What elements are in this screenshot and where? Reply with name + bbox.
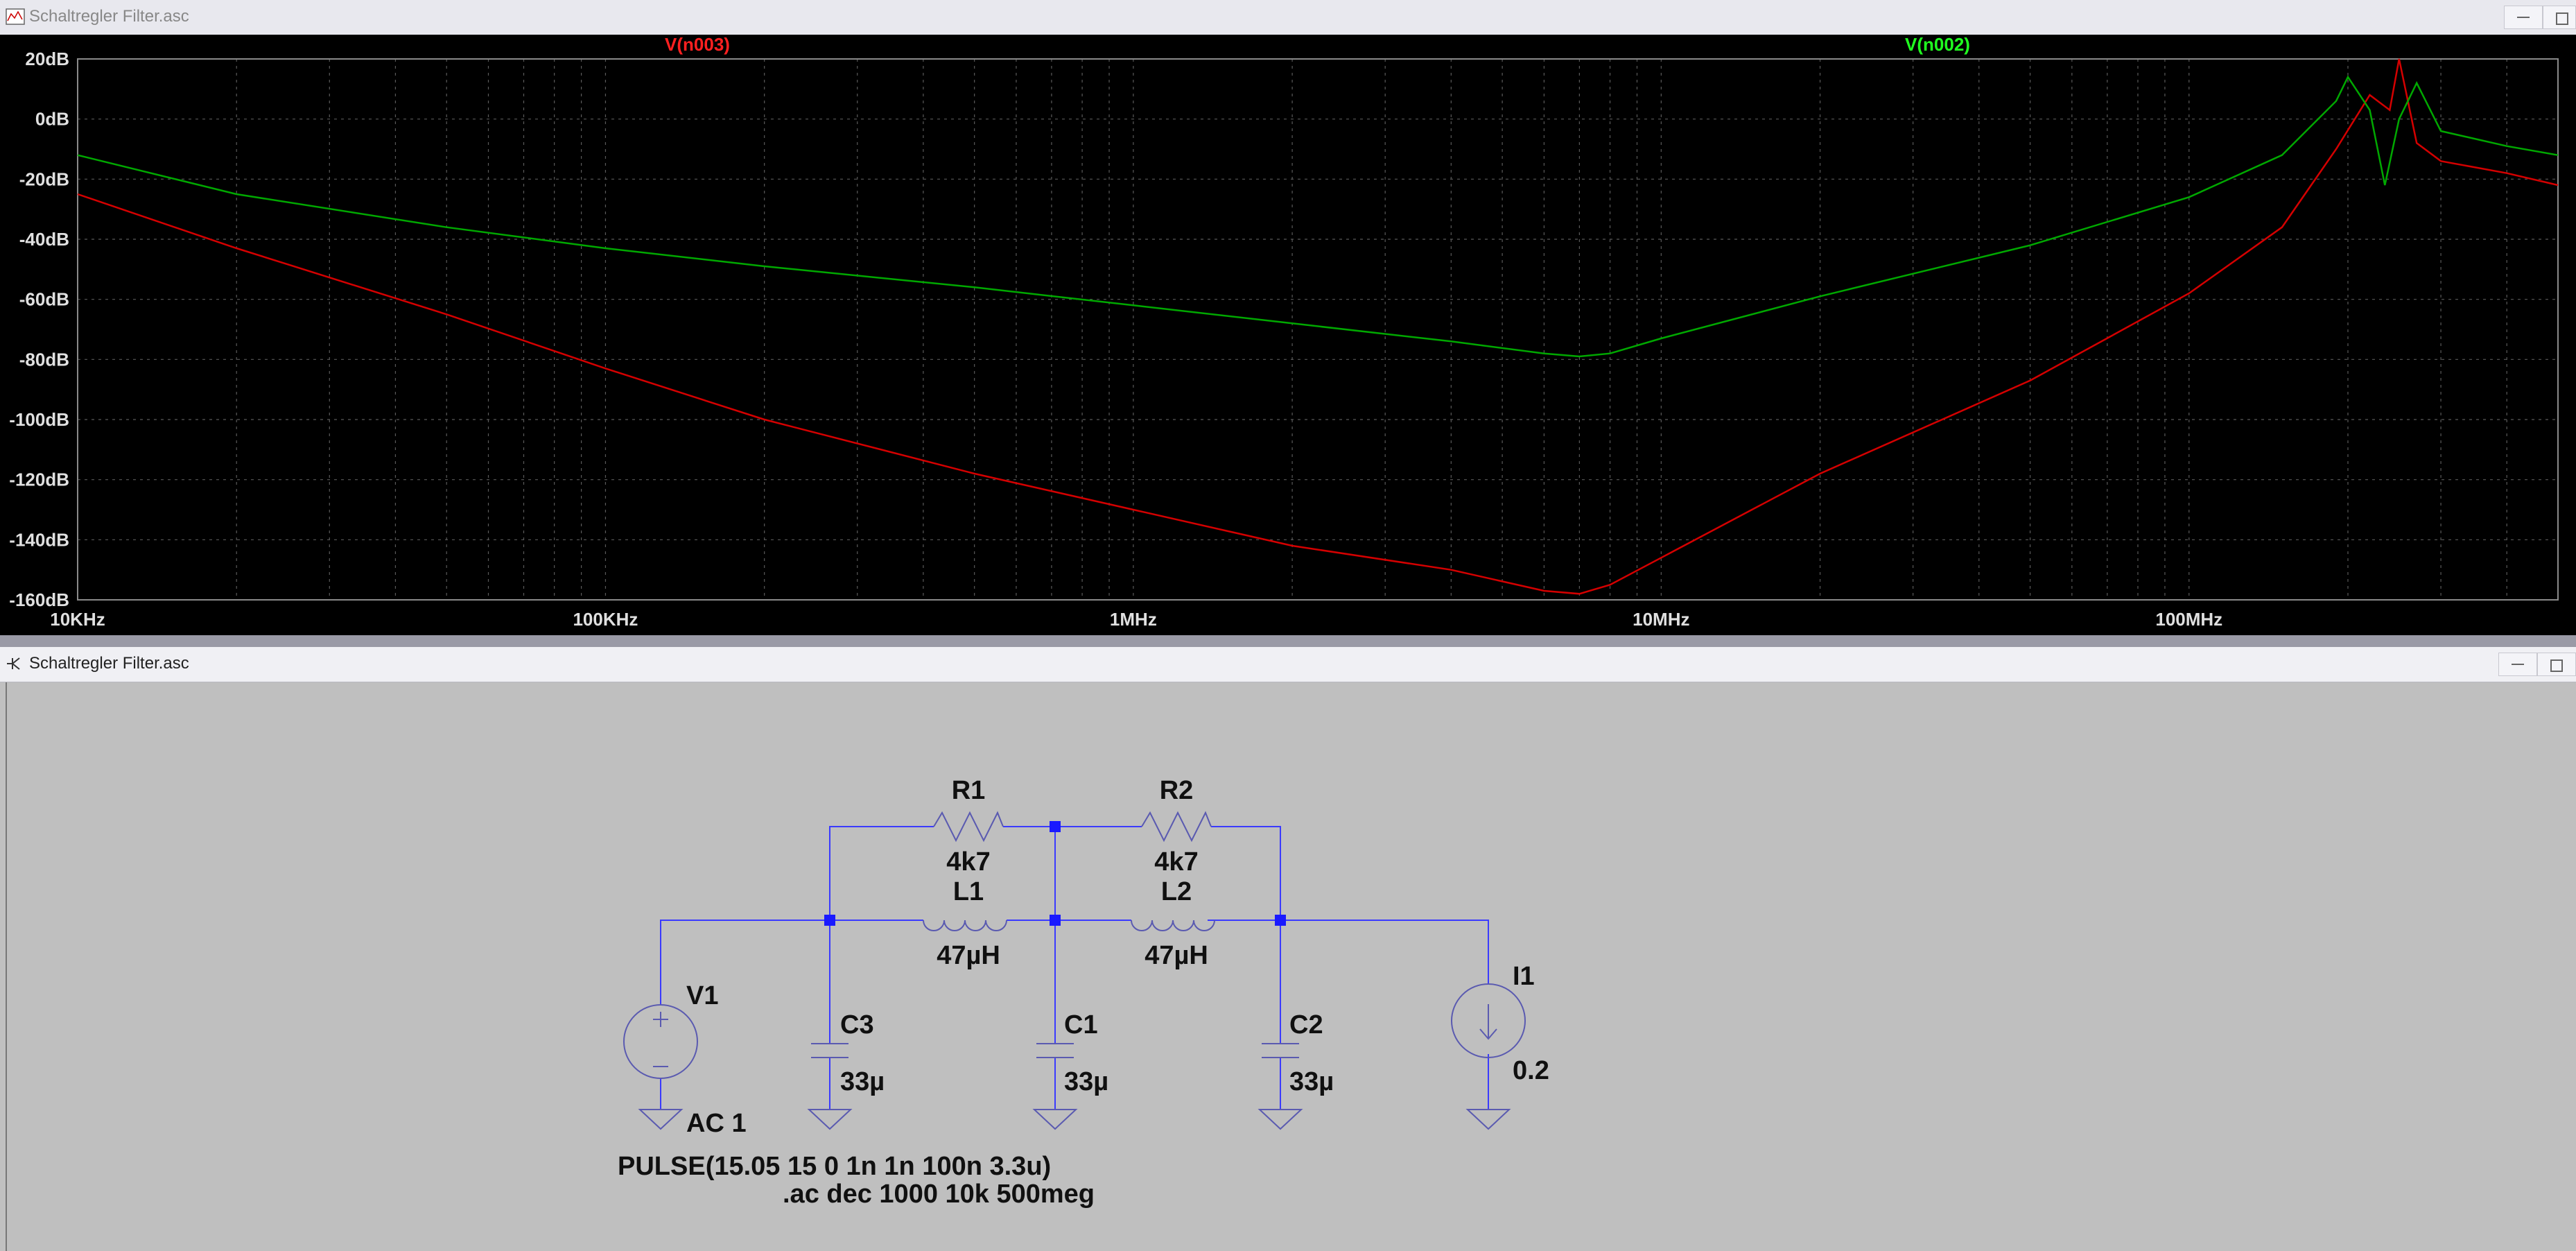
l2-value[interactable]: 47µH [1145, 941, 1208, 970]
resistor-r1[interactable]: R1 4k7 [933, 776, 1004, 877]
capacitor-c1[interactable]: C1 33µ [1036, 1010, 1108, 1096]
r1-name[interactable]: R1 [952, 776, 986, 805]
v1-name[interactable]: V1 [686, 981, 718, 1010]
ground-icon-c2 [1257, 1109, 1303, 1130]
ground-symbols [638, 1109, 1511, 1130]
pulse-directive[interactable]: PULSE(15.05 15 0 1n 1n 100n 3.3u) [618, 1152, 1051, 1181]
c2-value[interactable]: 33µ [1289, 1067, 1334, 1096]
inductor-l1[interactable]: L1 47µH [923, 877, 1007, 970]
r2-name[interactable]: R2 [1160, 776, 1194, 805]
resistor-r2[interactable]: R2 4k7 [1141, 776, 1212, 877]
l2-name[interactable]: L2 [1161, 877, 1192, 906]
l1-name[interactable]: L1 [953, 877, 984, 906]
inductor-l2[interactable]: L2 47µH [1131, 877, 1215, 970]
r2-value[interactable]: 4k7 [1154, 847, 1198, 877]
i1-value[interactable]: 0.2 [1513, 1056, 1549, 1085]
ground-icon-v1 [638, 1109, 684, 1130]
current-source-i1[interactable]: I1 0.2 [1451, 962, 1549, 1085]
c3-value[interactable]: 33µ [840, 1067, 885, 1096]
schematic-canvas[interactable]: R1 4k7 R2 4k7 L1 47µH L2 47µH C3 33µ C1 … [1, 0, 2576, 1251]
c3-name[interactable]: C3 [840, 1010, 874, 1039]
l1-value[interactable]: 47µH [937, 941, 1000, 970]
v1-value[interactable]: AC 1 [686, 1109, 747, 1138]
voltage-source-v1[interactable]: V1 AC 1 [623, 981, 747, 1138]
c2-name[interactable]: C2 [1289, 1010, 1323, 1039]
c1-name[interactable]: C1 [1064, 1010, 1098, 1039]
ground-icon-c3 [807, 1109, 853, 1130]
c1-value[interactable]: 33µ [1064, 1067, 1108, 1096]
ac-directive[interactable]: .ac dec 1000 10k 500meg [783, 1180, 1095, 1209]
i1-name[interactable]: I1 [1513, 962, 1535, 991]
ground-icon-i1 [1465, 1109, 1511, 1130]
r1-value[interactable]: 4k7 [946, 847, 990, 877]
ground-icon-c1 [1032, 1109, 1078, 1130]
capacitor-c3[interactable]: C3 33µ [811, 1010, 885, 1096]
capacitor-c2[interactable]: C2 33µ [1262, 1010, 1334, 1096]
schematic-pane[interactable]: R1 4k7 R2 4k7 L1 47µH L2 47µH C3 33µ C1 … [6, 682, 2576, 1251]
